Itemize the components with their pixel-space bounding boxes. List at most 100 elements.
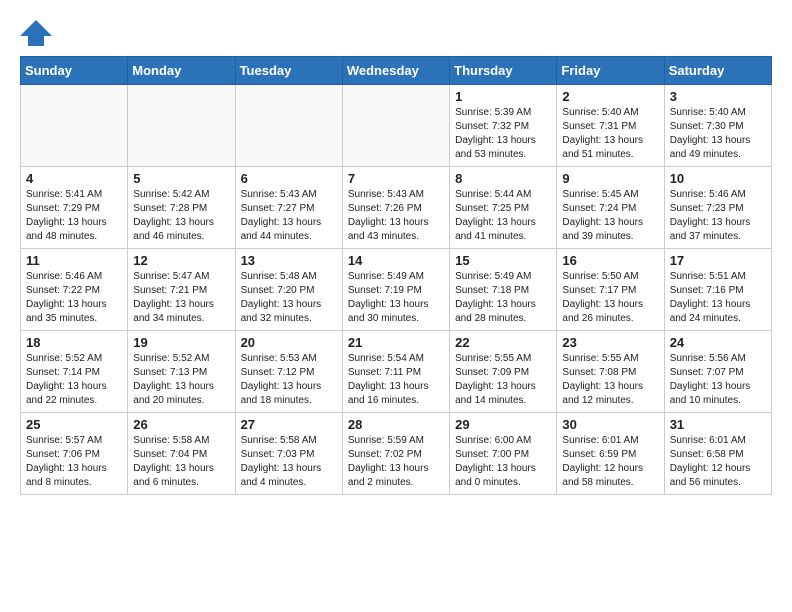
calendar-cell xyxy=(21,85,128,167)
day-number: 21 xyxy=(348,335,444,350)
weekday-header-thursday: Thursday xyxy=(450,57,557,85)
weekday-header-wednesday: Wednesday xyxy=(342,57,449,85)
calendar-cell: 26Sunrise: 5:58 AM Sunset: 7:04 PM Dayli… xyxy=(128,413,235,495)
day-info: Sunrise: 5:52 AM Sunset: 7:13 PM Dayligh… xyxy=(133,352,229,408)
day-info: Sunrise: 5:49 AM Sunset: 7:19 PM Dayligh… xyxy=(348,270,444,326)
day-info: Sunrise: 5:54 AM Sunset: 7:11 PM Dayligh… xyxy=(348,352,444,408)
day-number: 1 xyxy=(455,89,551,104)
day-info: Sunrise: 5:47 AM Sunset: 7:21 PM Dayligh… xyxy=(133,270,229,326)
day-info: Sunrise: 5:48 AM Sunset: 7:20 PM Dayligh… xyxy=(241,270,337,326)
day-number: 15 xyxy=(455,253,551,268)
day-info: Sunrise: 5:57 AM Sunset: 7:06 PM Dayligh… xyxy=(26,434,122,490)
calendar-cell: 18 Sunrise: 5:52 AM Sunset: 7:14 PM Dayli… xyxy=(21,331,128,413)
day-number: 7 xyxy=(348,171,444,186)
day-info: Sunrise: 5:43 AM Sunset: 7:27 PM Dayligh… xyxy=(241,188,337,244)
day-number: 13 xyxy=(241,253,337,268)
calendar-cell: 1 Sunrise: 5:39 AM Sunset: 7:32 PM Daylig… xyxy=(450,85,557,167)
page-header xyxy=(20,20,772,46)
calendar-cell xyxy=(128,85,235,167)
calendar-cell: 29 Sunrise: 6:00 AM Sunset: 7:00 PM Dayli… xyxy=(450,413,557,495)
day-number: 20 xyxy=(241,335,337,350)
calendar-week-row: 11 Sunrise: 5:46 AM Sunset: 7:22 PM Dayli… xyxy=(21,249,772,331)
day-number: 10 xyxy=(670,171,766,186)
calendar-cell: 11 Sunrise: 5:46 AM Sunset: 7:22 PM Dayli… xyxy=(21,249,128,331)
logo-icon xyxy=(20,20,52,46)
calendar-cell: 12 Sunrise: 5:47 AM Sunset: 7:21 PM Dayli… xyxy=(128,249,235,331)
day-info: Sunrise: 6:01 AM Sunset: 6:59 PM Dayligh… xyxy=(562,434,658,490)
day-info: Sunrise: 5:55 AM Sunset: 7:08 PM Dayligh… xyxy=(562,352,658,408)
day-info: Sunrise: 5:46 AM Sunset: 7:22 PM Dayligh… xyxy=(26,270,122,326)
calendar-cell: 8 Sunrise: 5:44 AM Sunset: 7:25 PM Daylig… xyxy=(450,167,557,249)
weekday-header-monday: Monday xyxy=(128,57,235,85)
calendar-week-row: 25Sunrise: 5:57 AM Sunset: 7:06 PM Dayli… xyxy=(21,413,772,495)
day-number: 14 xyxy=(348,253,444,268)
calendar-cell: 7 Sunrise: 5:43 AM Sunset: 7:26 PM Daylig… xyxy=(342,167,449,249)
day-number: 4 xyxy=(26,171,122,186)
calendar-cell: 6 Sunrise: 5:43 AM Sunset: 7:27 PM Daylig… xyxy=(235,167,342,249)
day-info: Sunrise: 5:40 AM Sunset: 7:30 PM Dayligh… xyxy=(670,106,766,162)
calendar-week-row: 18 Sunrise: 5:52 AM Sunset: 7:14 PM Dayli… xyxy=(21,331,772,413)
day-number: 11 xyxy=(26,253,122,268)
day-number: 16 xyxy=(562,253,658,268)
logo xyxy=(20,20,56,46)
day-number: 27 xyxy=(241,417,337,432)
day-info: Sunrise: 5:55 AM Sunset: 7:09 PM Dayligh… xyxy=(455,352,551,408)
day-info: Sunrise: 5:39 AM Sunset: 7:32 PM Dayligh… xyxy=(455,106,551,162)
calendar-cell: 15 Sunrise: 5:49 AM Sunset: 7:18 PM Dayli… xyxy=(450,249,557,331)
weekday-header-friday: Friday xyxy=(557,57,664,85)
calendar-header-row: SundayMondayTuesdayWednesdayThursdayFrid… xyxy=(21,57,772,85)
day-info: Sunrise: 6:00 AM Sunset: 7:00 PM Dayligh… xyxy=(455,434,551,490)
calendar-cell: 4 Sunrise: 5:41 AM Sunset: 7:29 PM Daylig… xyxy=(21,167,128,249)
weekday-header-sunday: Sunday xyxy=(21,57,128,85)
calendar-cell: 24 Sunrise: 5:56 AM Sunset: 7:07 PM Dayli… xyxy=(664,331,771,413)
calendar-cell: 20 Sunrise: 5:53 AM Sunset: 7:12 PM Dayli… xyxy=(235,331,342,413)
calendar-cell: 14 Sunrise: 5:49 AM Sunset: 7:19 PM Dayli… xyxy=(342,249,449,331)
calendar-cell: 5 Sunrise: 5:42 AM Sunset: 7:28 PM Daylig… xyxy=(128,167,235,249)
day-number: 5 xyxy=(133,171,229,186)
calendar-cell xyxy=(342,85,449,167)
day-number: 18 xyxy=(26,335,122,350)
calendar-cell: 23 Sunrise: 5:55 AM Sunset: 7:08 PM Dayli… xyxy=(557,331,664,413)
day-number: 22 xyxy=(455,335,551,350)
day-info: Sunrise: 5:52 AM Sunset: 7:14 PM Dayligh… xyxy=(26,352,122,408)
day-info: Sunrise: 6:01 AM Sunset: 6:58 PM Dayligh… xyxy=(670,434,766,490)
calendar-cell: 13 Sunrise: 5:48 AM Sunset: 7:20 PM Dayli… xyxy=(235,249,342,331)
day-info: Sunrise: 5:59 AM Sunset: 7:02 PM Dayligh… xyxy=(348,434,444,490)
day-number: 17 xyxy=(670,253,766,268)
day-number: 8 xyxy=(455,171,551,186)
weekday-header-saturday: Saturday xyxy=(664,57,771,85)
day-info: Sunrise: 5:51 AM Sunset: 7:16 PM Dayligh… xyxy=(670,270,766,326)
calendar-cell: 19 Sunrise: 5:52 AM Sunset: 7:13 PM Dayli… xyxy=(128,331,235,413)
day-number: 31 xyxy=(670,417,766,432)
calendar-cell xyxy=(235,85,342,167)
day-info: Sunrise: 5:40 AM Sunset: 7:31 PM Dayligh… xyxy=(562,106,658,162)
day-info: Sunrise: 5:43 AM Sunset: 7:26 PM Dayligh… xyxy=(348,188,444,244)
calendar-cell: 16 Sunrise: 5:50 AM Sunset: 7:17 PM Dayli… xyxy=(557,249,664,331)
calendar-cell: 28Sunrise: 5:59 AM Sunset: 7:02 PM Dayli… xyxy=(342,413,449,495)
calendar-cell: 25Sunrise: 5:57 AM Sunset: 7:06 PM Dayli… xyxy=(21,413,128,495)
calendar-week-row: 4 Sunrise: 5:41 AM Sunset: 7:29 PM Daylig… xyxy=(21,167,772,249)
weekday-header-tuesday: Tuesday xyxy=(235,57,342,85)
calendar-cell: 2Sunrise: 5:40 AM Sunset: 7:31 PM Daylig… xyxy=(557,85,664,167)
calendar-cell: 3 Sunrise: 5:40 AM Sunset: 7:30 PM Daylig… xyxy=(664,85,771,167)
day-number: 29 xyxy=(455,417,551,432)
calendar-cell: 10Sunrise: 5:46 AM Sunset: 7:23 PM Dayli… xyxy=(664,167,771,249)
day-info: Sunrise: 5:42 AM Sunset: 7:28 PM Dayligh… xyxy=(133,188,229,244)
day-number: 30 xyxy=(562,417,658,432)
day-info: Sunrise: 5:50 AM Sunset: 7:17 PM Dayligh… xyxy=(562,270,658,326)
day-number: 23 xyxy=(562,335,658,350)
calendar-cell: 21 Sunrise: 5:54 AM Sunset: 7:11 PM Dayli… xyxy=(342,331,449,413)
day-info: Sunrise: 5:44 AM Sunset: 7:25 PM Dayligh… xyxy=(455,188,551,244)
day-info: Sunrise: 5:53 AM Sunset: 7:12 PM Dayligh… xyxy=(241,352,337,408)
day-number: 19 xyxy=(133,335,229,350)
day-info: Sunrise: 5:56 AM Sunset: 7:07 PM Dayligh… xyxy=(670,352,766,408)
day-info: Sunrise: 5:41 AM Sunset: 7:29 PM Dayligh… xyxy=(26,188,122,244)
calendar-cell: 9Sunrise: 5:45 AM Sunset: 7:24 PM Daylig… xyxy=(557,167,664,249)
day-number: 6 xyxy=(241,171,337,186)
day-number: 12 xyxy=(133,253,229,268)
day-number: 24 xyxy=(670,335,766,350)
day-info: Sunrise: 5:49 AM Sunset: 7:18 PM Dayligh… xyxy=(455,270,551,326)
day-info: Sunrise: 5:45 AM Sunset: 7:24 PM Dayligh… xyxy=(562,188,658,244)
calendar-cell: 27Sunrise: 5:58 AM Sunset: 7:03 PM Dayli… xyxy=(235,413,342,495)
day-number: 3 xyxy=(670,89,766,104)
